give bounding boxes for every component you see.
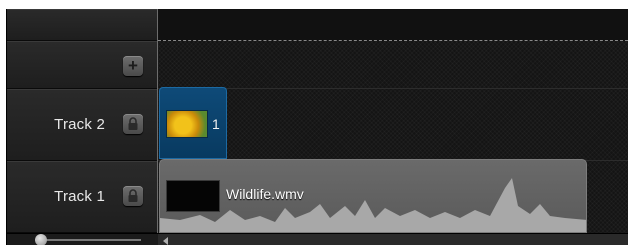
track-1-clip-label: Wildlife.wmv bbox=[226, 186, 304, 202]
ruler-area bbox=[158, 9, 628, 41]
audio-waveform bbox=[160, 178, 586, 232]
track-2-clip[interactable]: 1 bbox=[159, 87, 227, 159]
track-2-label: Track 2 bbox=[54, 116, 105, 133]
track-2-clip-label: 1 bbox=[212, 116, 220, 132]
horizontal-scrollbar[interactable] bbox=[158, 234, 628, 245]
lane-separator bbox=[158, 88, 628, 89]
ruler-header-blank bbox=[7, 9, 157, 41]
track-1-label: Track 1 bbox=[54, 188, 105, 205]
track-header-2[interactable]: Track 2 bbox=[7, 89, 157, 161]
track-header-1[interactable]: Track 1 bbox=[7, 161, 157, 233]
zoom-slider-thumb[interactable] bbox=[35, 234, 47, 245]
drop-guide-line bbox=[158, 40, 628, 41]
clip-thumbnail-video bbox=[166, 180, 220, 212]
track-1-clip[interactable]: Wildlife.wmv bbox=[159, 159, 587, 233]
add-track-row: + bbox=[7, 41, 157, 89]
timeline-panel: + Track 2 Track 1 1 Wildlife.wmv bbox=[6, 9, 628, 245]
timeline-footer bbox=[7, 233, 628, 245]
track-headers: + Track 2 Track 1 bbox=[7, 9, 157, 245]
track-2-lock-button[interactable] bbox=[123, 114, 143, 134]
clip-thumbnail-flower bbox=[166, 110, 208, 138]
timeline-lanes[interactable]: 1 Wildlife.wmv bbox=[158, 9, 628, 245]
track-1-lock-button[interactable] bbox=[123, 186, 143, 206]
zoom-slider-track[interactable] bbox=[35, 239, 141, 241]
lock-icon bbox=[128, 189, 138, 202]
plus-icon: + bbox=[128, 56, 138, 75]
arrow-left-icon[interactable] bbox=[163, 237, 168, 245]
add-track-button[interactable]: + bbox=[123, 56, 143, 76]
lock-icon bbox=[128, 117, 138, 130]
